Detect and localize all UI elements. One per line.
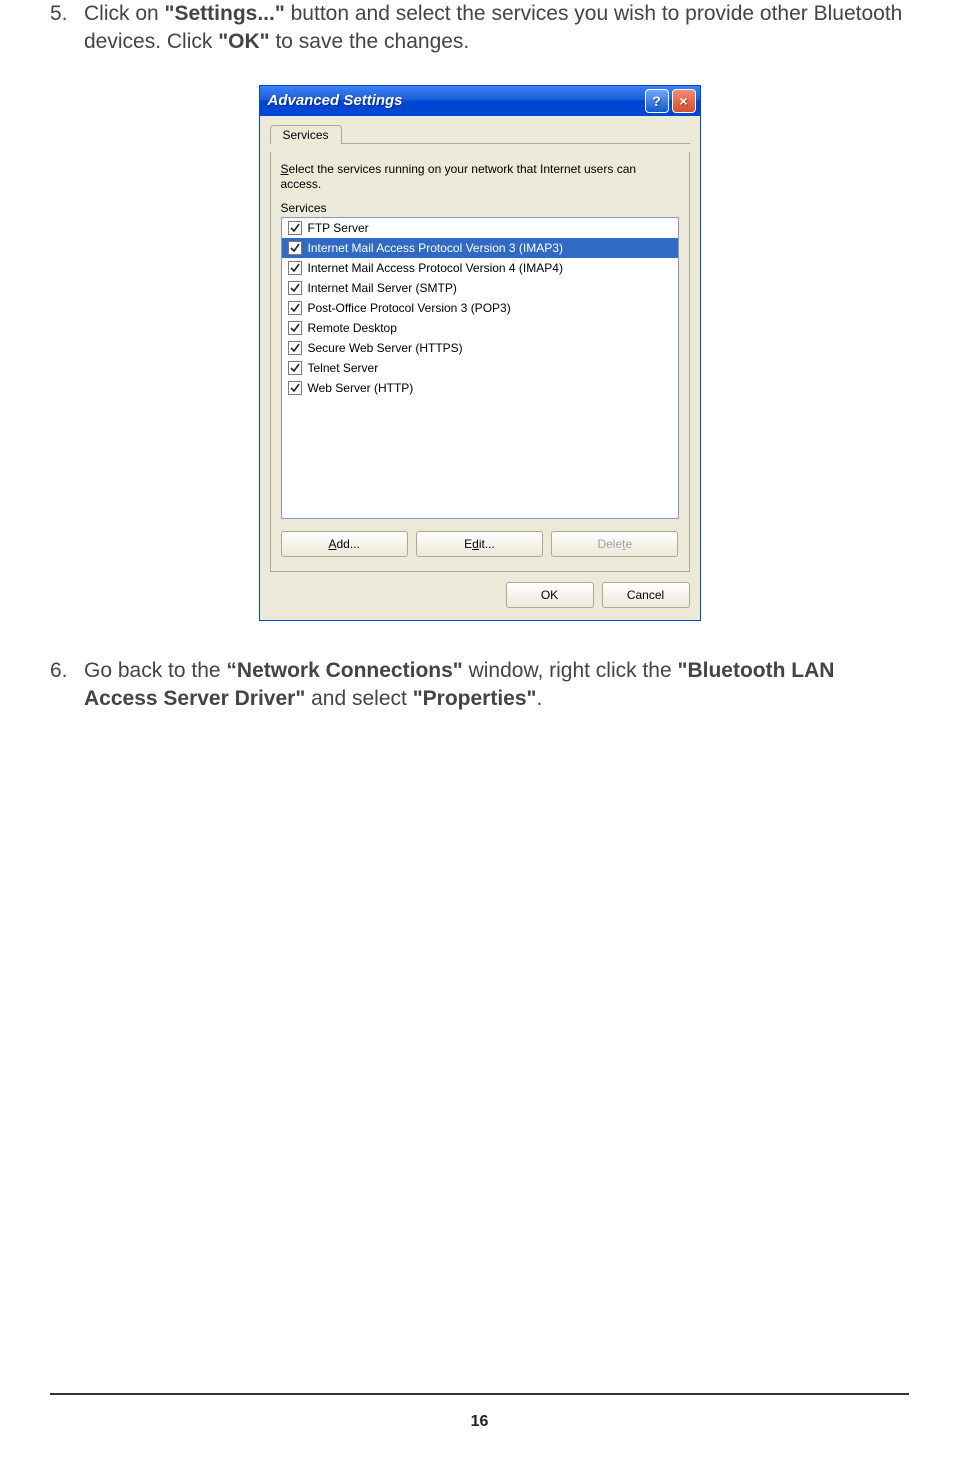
service-item[interactable]: Internet Mail Access Protocol Version 4 … [282, 258, 678, 278]
service-item[interactable]: Secure Web Server (HTTPS) [282, 338, 678, 358]
service-label: Internet Mail Server (SMTP) [308, 281, 457, 295]
service-label: Web Server (HTTP) [308, 381, 414, 395]
checkbox-icon[interactable] [288, 241, 302, 255]
instruction-step-5: 5. Click on "Settings..." button and sel… [50, 0, 909, 57]
service-item[interactable]: Post-Office Protocol Version 3 (POP3) [282, 298, 678, 318]
bold-network-connections: “Network Connections" [226, 659, 462, 682]
tab-services[interactable]: Services [270, 125, 342, 144]
service-label: Internet Mail Access Protocol Version 3 … [308, 241, 563, 255]
checkbox-icon[interactable] [288, 261, 302, 275]
text: to save the changes. [270, 30, 470, 53]
services-list[interactable]: FTP Server Internet Mail Access Protocol … [281, 217, 679, 519]
dialog-title: Advanced Settings [268, 92, 642, 109]
service-label: Internet Mail Access Protocol Version 4 … [308, 261, 563, 275]
ok-label: OK [541, 588, 558, 602]
service-item[interactable]: Internet Mail Server (SMTP) [282, 278, 678, 298]
bold-ok: "OK" [218, 30, 269, 53]
delete-button: Delete [551, 531, 678, 557]
ok-button[interactable]: OK [506, 582, 594, 608]
step-number: 5. [50, 0, 84, 57]
advanced-settings-dialog: Advanced Settings ? × Services Select th… [259, 85, 701, 621]
text: Go back to the [84, 659, 226, 682]
service-label: Secure Web Server (HTTPS) [308, 341, 463, 355]
help-button[interactable]: ? [645, 89, 669, 113]
bold-properties: "Properties" [413, 687, 537, 710]
text: window, right click the [463, 659, 678, 682]
checkbox-icon[interactable] [288, 341, 302, 355]
text: . [536, 687, 542, 710]
help-icon: ? [652, 93, 661, 109]
service-item[interactable]: FTP Server [282, 218, 678, 238]
panel-description: Select the services running on your netw… [281, 162, 679, 193]
close-button[interactable]: × [672, 89, 696, 113]
checkbox-icon[interactable] [288, 221, 302, 235]
service-label: Telnet Server [308, 361, 379, 375]
checkbox-icon[interactable] [288, 361, 302, 375]
service-label: FTP Server [308, 221, 369, 235]
service-item[interactable]: Internet Mail Access Protocol Version 3 … [282, 238, 678, 258]
service-item[interactable]: Remote Desktop [282, 318, 678, 338]
checkbox-icon[interactable] [288, 281, 302, 295]
tab-label: Services [283, 128, 329, 142]
checkbox-icon[interactable] [288, 321, 302, 335]
edit-button[interactable]: Edit... [416, 531, 543, 557]
page-rule [50, 1393, 909, 1395]
service-label: Remote Desktop [308, 321, 397, 335]
cancel-button[interactable]: Cancel [602, 582, 690, 608]
checkbox-icon[interactable] [288, 381, 302, 395]
text: Click on [84, 2, 165, 25]
titlebar[interactable]: Advanced Settings ? × [260, 86, 700, 116]
close-icon: × [679, 93, 687, 109]
add-button[interactable]: Add... [281, 531, 408, 557]
service-label: Post-Office Protocol Version 3 (POP3) [308, 301, 511, 315]
text: and select [305, 687, 412, 710]
step-number: 6. [50, 657, 84, 714]
service-item[interactable]: Telnet Server [282, 358, 678, 378]
cancel-label: Cancel [627, 588, 664, 602]
checkbox-icon[interactable] [288, 301, 302, 315]
services-panel: Select the services running on your netw… [270, 152, 690, 572]
service-item[interactable]: Web Server (HTTP) [282, 378, 678, 398]
instruction-step-6: 6. Go back to the “Network Connections" … [50, 657, 909, 714]
bold-settings: "Settings..." [165, 2, 285, 25]
list-label: Services [281, 201, 679, 215]
page-number: 16 [0, 1413, 959, 1431]
